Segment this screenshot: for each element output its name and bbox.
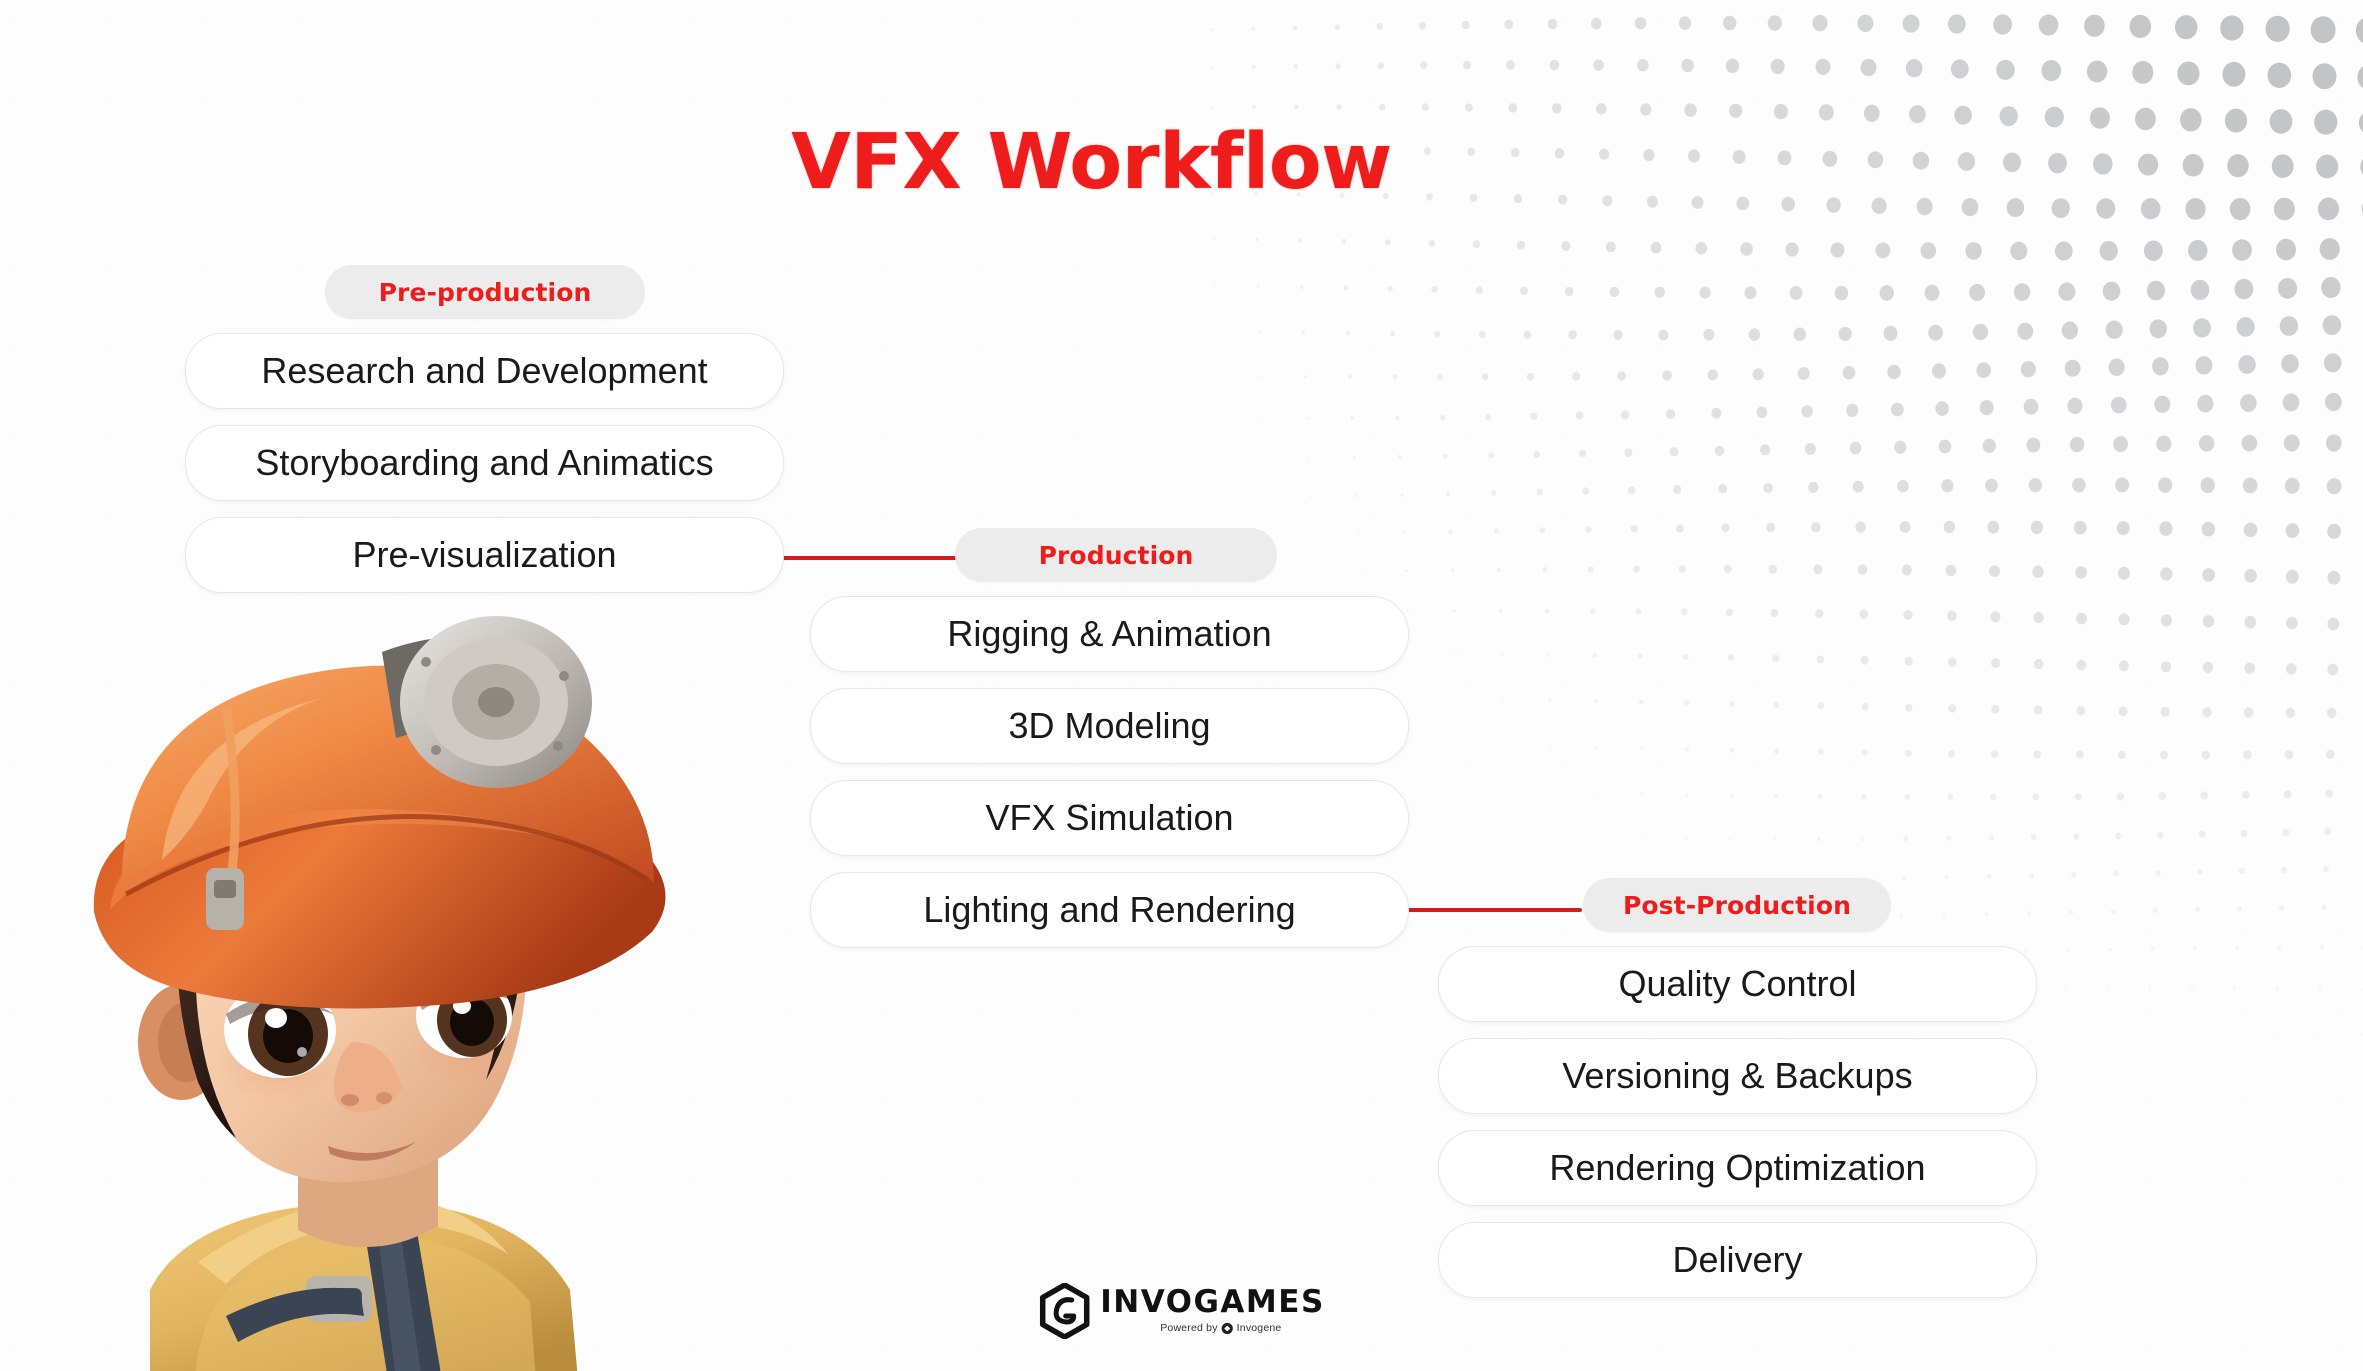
logo-tagline-brand: Invogene	[1236, 1322, 1282, 1335]
step-pill[interactable]: Research and Development	[185, 333, 784, 409]
invogene-mark-icon	[1221, 1322, 1233, 1335]
connector-preproduction-to-production	[775, 556, 965, 560]
helmet-lamp	[382, 616, 592, 788]
character-illustration	[30, 590, 710, 1371]
eye-right	[416, 974, 512, 1058]
step-pill[interactable]: 3D Modeling	[810, 688, 1409, 764]
step-pill[interactable]: Rigging & Animation	[810, 596, 1409, 672]
logo-wordmark: INVOGAMES	[1100, 1284, 1325, 1320]
phase-header-production[interactable]: Production	[955, 528, 1277, 582]
step-pill[interactable]: VFX Simulation	[810, 780, 1409, 856]
step-pill[interactable]: Versioning & Backups	[1438, 1038, 2037, 1114]
step-pill[interactable]: Pre-visualization	[185, 517, 784, 593]
boy-with-helmet-icon	[93, 616, 666, 1371]
page-title: VFX Workflow	[0, 118, 2363, 207]
step-pill[interactable]: Quality Control	[1438, 946, 2037, 1022]
phase-header-pre-production[interactable]: Pre-production	[325, 265, 645, 319]
hexagon-logo-icon	[1039, 1283, 1089, 1339]
step-pill[interactable]: Storyboarding and Animatics	[185, 425, 784, 501]
step-pill[interactable]: Lighting and Rendering	[810, 872, 1409, 948]
step-pill[interactable]: Delivery	[1438, 1222, 2037, 1298]
logo-tagline: Powered by Invogene	[1160, 1322, 1281, 1335]
step-pill[interactable]: Rendering Optimization	[1438, 1130, 2037, 1206]
phase-header-post-production[interactable]: Post-Production	[1583, 878, 1891, 932]
jacket	[150, 1197, 578, 1371]
logo-tagline-prefix: Powered by	[1160, 1322, 1218, 1335]
slide-canvas: VFX Workflow Pre-production Research and…	[0, 0, 2363, 1371]
eye-left	[224, 982, 336, 1078]
connector-production-to-postproduction	[1392, 908, 1582, 912]
page-title-text: VFX Workflow	[791, 118, 1392, 207]
invogames-logo: INVOGAMES Powered by Invogene	[1038, 1283, 1325, 1339]
